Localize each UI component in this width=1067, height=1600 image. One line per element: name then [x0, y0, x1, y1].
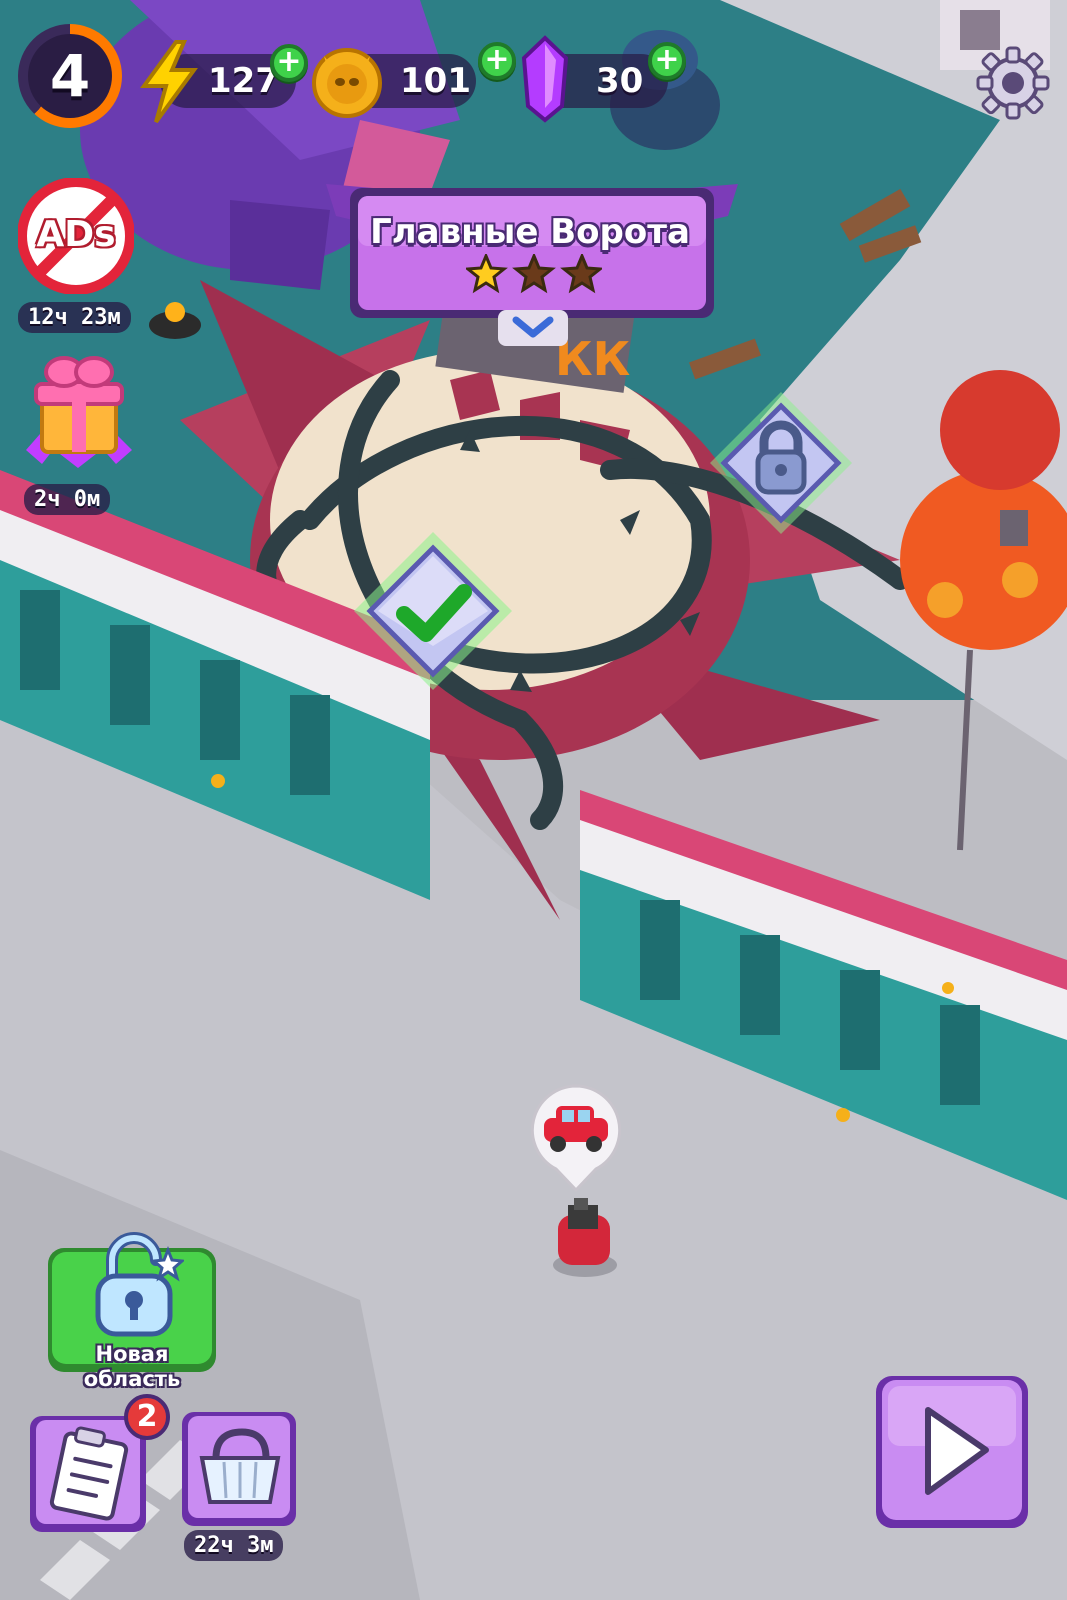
player-level-badge[interactable]: 4: [18, 24, 122, 128]
vehicle-bubble[interactable]: [528, 1082, 624, 1193]
no-ads-button[interactable]: ADs: [17, 177, 135, 295]
coin-skull-icon: [312, 48, 382, 118]
checkmark-icon: [354, 532, 512, 690]
gift-timer: 2ч 0м: [24, 484, 111, 515]
coin-value: 101: [400, 61, 471, 101]
add-coins-button[interactable]: +: [478, 42, 516, 80]
player-level-value: 4: [28, 34, 112, 118]
add-gems-button[interactable]: +: [648, 42, 686, 80]
location-title: Главные Ворота: [370, 212, 690, 252]
energy-bolt-icon: [140, 40, 198, 124]
location-stars: [466, 254, 602, 294]
play-icon: [876, 1376, 1028, 1528]
settings-gear-icon[interactable]: [976, 46, 1050, 120]
no-ads-timer: 12ч 23м: [18, 302, 131, 333]
add-energy-button[interactable]: +: [270, 44, 308, 82]
chevron-down-icon[interactable]: [498, 310, 568, 346]
car-icon: [530, 1084, 622, 1193]
unlock-icon: [95, 1232, 184, 1337]
shop-button[interactable]: [180, 1410, 298, 1528]
new-area-label: Новая область: [83, 1342, 181, 1391]
padlock-icon: [710, 392, 852, 534]
shop-basket-icon: [182, 1412, 296, 1526]
energy-value: 127: [208, 61, 279, 101]
gem-crystal-icon: [521, 35, 569, 123]
gift-box-icon: [26, 356, 132, 468]
star-earned: [466, 254, 508, 294]
star-empty: [512, 254, 556, 294]
play-button[interactable]: [874, 1374, 1030, 1530]
no-ads-text: ADs: [36, 214, 116, 255]
tasks-notification-badge: 2: [124, 1394, 170, 1440]
gift-button[interactable]: [20, 350, 136, 470]
completed-node[interactable]: [348, 526, 518, 696]
shop-timer: 22ч 3м: [184, 1530, 284, 1561]
locked-node[interactable]: [706, 388, 856, 538]
star-empty: [560, 254, 602, 294]
gem-value: 30: [596, 61, 644, 101]
